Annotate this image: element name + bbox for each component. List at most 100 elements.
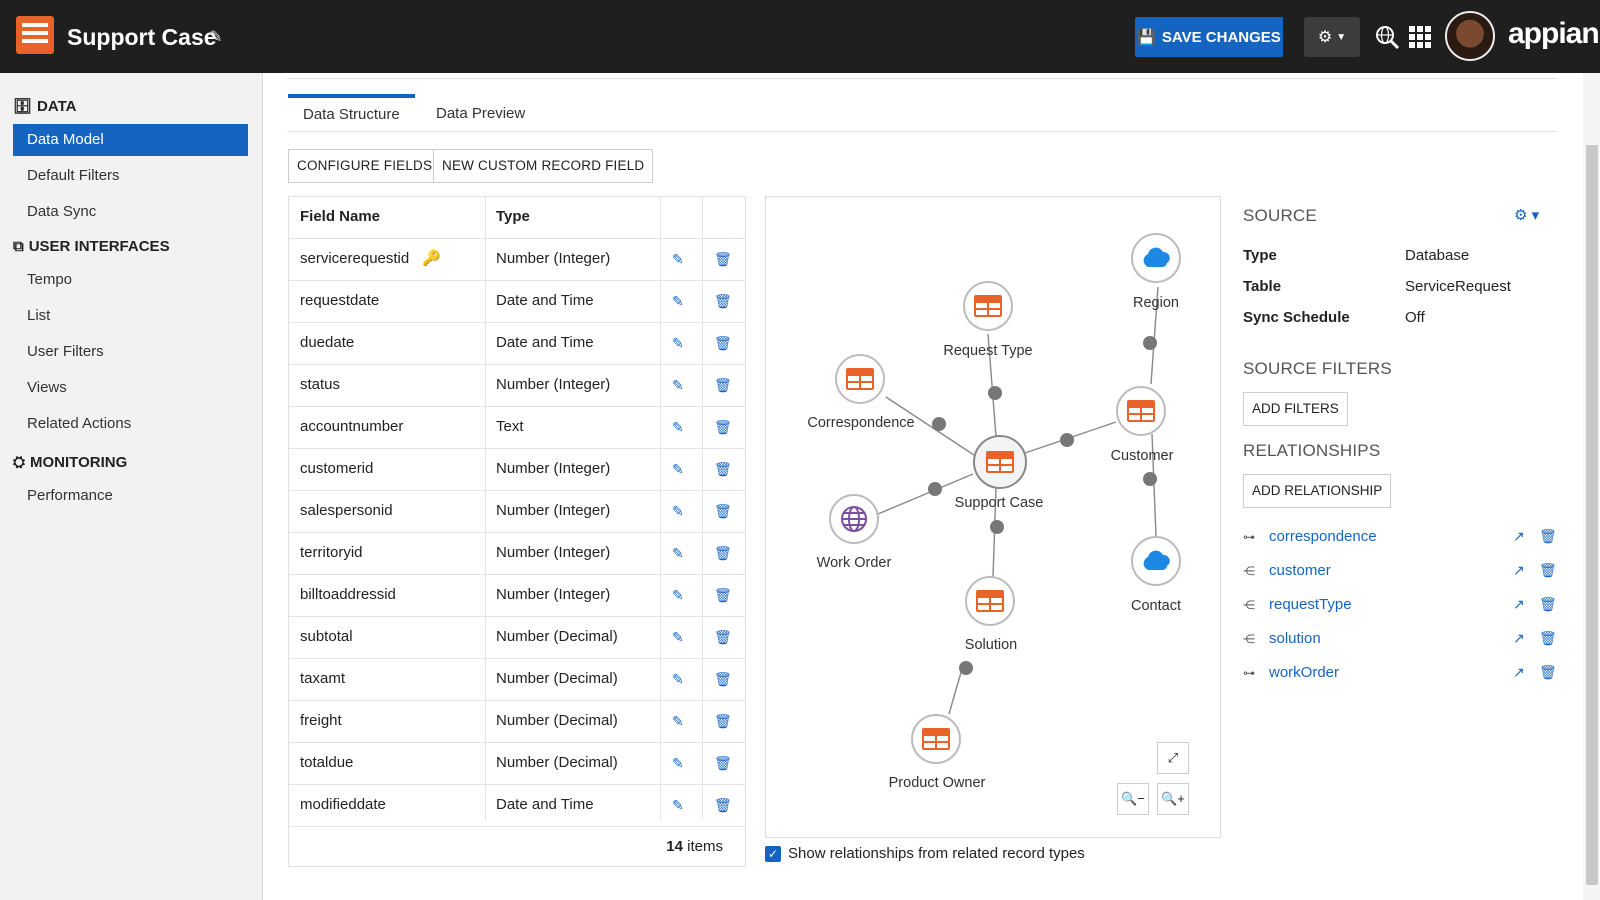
fit-to-screen-button[interactable]: ⤢ — [1157, 742, 1189, 774]
node-support-case[interactable] — [973, 435, 1027, 489]
new-custom-record-field-button[interactable]: NEW CUSTOM RECORD FIELD — [433, 149, 654, 183]
trash-icon[interactable]: 🗑 — [714, 545, 732, 562]
trash-icon[interactable]: 🗑 — [714, 503, 732, 520]
open-external-icon[interactable]: ↗ — [1513, 664, 1525, 681]
search-globe-icon[interactable] — [1374, 24, 1400, 50]
app-title: Support Case — [67, 24, 217, 50]
tab-data-preview[interactable]: Data Preview — [421, 94, 540, 131]
column-header-field-name: Field Name — [300, 208, 381, 225]
edit-icon[interactable]: ✎ — [672, 629, 684, 646]
source-type-key: Type — [1243, 247, 1277, 264]
sidebar-item-views[interactable]: Views — [13, 372, 248, 404]
sidebar-item-default-filters[interactable]: Default Filters — [13, 160, 248, 192]
cloud-icon — [1143, 550, 1170, 570]
edit-icon[interactable]: ✎ — [672, 377, 684, 394]
show-related-relationships-toggle[interactable]: ✓ Show relationships from related record… — [765, 845, 1085, 862]
edit-icon[interactable]: ✎ — [672, 713, 684, 730]
field-name: duedate — [300, 334, 355, 351]
edit-icon[interactable]: ✎ — [672, 503, 684, 520]
edit-icon[interactable]: ✎ — [672, 461, 684, 478]
table-icon — [986, 451, 1014, 473]
relationship-item: ⋲ requestType ↗ 🗑 — [1243, 596, 1558, 613]
trash-icon[interactable]: 🗑 — [714, 755, 732, 772]
open-external-icon[interactable]: ↗ — [1513, 596, 1525, 613]
trash-icon[interactable]: 🗑 — [714, 251, 732, 268]
field-name: servicerequestid — [300, 250, 410, 267]
node-solution[interactable] — [965, 576, 1015, 626]
relationship-link[interactable]: customer — [1269, 562, 1331, 579]
open-external-icon[interactable]: ↗ — [1513, 630, 1525, 647]
edit-icon[interactable]: ✎ — [672, 335, 684, 352]
edit-icon[interactable]: ✎ — [672, 419, 684, 436]
relationship-link[interactable]: workOrder — [1269, 664, 1339, 681]
field-type: Date and Time — [496, 796, 594, 813]
add-relationship-button[interactable]: ADD RELATIONSHIP — [1243, 474, 1392, 508]
edit-icon[interactable]: ✎ — [672, 587, 684, 604]
trash-icon[interactable]: 🗑 — [714, 671, 732, 688]
open-external-icon[interactable]: ↗ — [1513, 528, 1525, 545]
sidebar-item-data-model[interactable]: Data Model — [13, 124, 248, 156]
edit-icon[interactable]: ✎ — [672, 797, 684, 814]
trash-icon[interactable]: 🗑 — [1539, 562, 1557, 579]
sidebar-item-user-filters[interactable]: User Filters — [13, 336, 248, 368]
edit-icon[interactable]: ✎ — [672, 251, 684, 268]
node-request-type[interactable] — [963, 281, 1013, 331]
field-type: Number (Decimal) — [496, 670, 618, 687]
trash-icon[interactable]: 🗑 — [714, 335, 732, 352]
source-settings-menu[interactable]: ⚙ ▾ — [1514, 206, 1539, 224]
open-external-icon[interactable]: ↗ — [1513, 562, 1525, 579]
app-launcher-icon[interactable] — [1409, 26, 1431, 48]
node-customer[interactable] — [1116, 386, 1166, 436]
node-label-product-owner: Product Owner — [888, 775, 986, 791]
cloud-icon — [1143, 247, 1170, 267]
save-changes-button[interactable]: 💾 SAVE CHANGES — [1135, 17, 1283, 57]
trash-icon[interactable]: 🗑 — [1539, 528, 1557, 545]
node-product-owner[interactable] — [911, 714, 961, 764]
edit-icon[interactable]: ✎ — [672, 545, 684, 562]
node-correspondence[interactable] — [835, 354, 885, 404]
table-footer: 14 items — [289, 827, 745, 866]
trash-icon[interactable]: 🗑 — [714, 419, 732, 436]
trash-icon[interactable]: 🗑 — [1539, 664, 1557, 681]
settings-menu-button[interactable]: ⚙ ▼ — [1304, 17, 1360, 57]
trash-icon[interactable]: 🗑 — [1539, 630, 1557, 647]
node-region[interactable] — [1131, 233, 1181, 283]
configure-fields-button[interactable]: CONFIGURE FIELDS — [288, 149, 442, 183]
edit-icon[interactable]: ✎ — [672, 755, 684, 772]
edit-icon[interactable]: ✎ — [672, 293, 684, 310]
node-contact[interactable] — [1131, 536, 1181, 586]
node-work-order[interactable] — [829, 494, 879, 544]
sidebar-item-related-actions[interactable]: Related Actions — [13, 408, 248, 440]
trash-icon[interactable]: 🗑 — [714, 713, 732, 730]
relationship-diagram[interactable]: Support Case Request Type Region Corresp… — [765, 196, 1221, 838]
field-type: Number (Integer) — [496, 376, 611, 393]
sidebar-item-tempo[interactable]: Tempo — [13, 264, 248, 296]
edit-icon[interactable]: ✎ — [672, 671, 684, 688]
sidebar-item-performance[interactable]: Performance — [13, 480, 248, 512]
user-avatar[interactable] — [1445, 11, 1495, 61]
relationship-link[interactable]: correspondence — [1269, 528, 1377, 545]
trash-icon[interactable]: 🗑 — [1539, 596, 1557, 613]
tab-data-structure[interactable]: Data Structure — [288, 94, 415, 131]
relationship-link[interactable]: requestType — [1269, 596, 1352, 613]
trash-icon[interactable]: 🗑 — [714, 377, 732, 394]
source-table-key: Table — [1243, 278, 1282, 295]
trash-icon[interactable]: 🗑 — [714, 461, 732, 478]
trash-icon[interactable]: 🗑 — [714, 587, 732, 604]
sidebar-item-data-sync[interactable]: Data Sync — [13, 196, 248, 228]
trash-icon[interactable]: 🗑 — [714, 293, 732, 310]
trash-icon[interactable]: 🗑 — [714, 629, 732, 646]
field-type: Number (Integer) — [496, 502, 611, 519]
trash-icon[interactable]: 🗑 — [714, 797, 732, 814]
scrollbar-thumb[interactable] — [1586, 145, 1598, 885]
column-header-type: Type — [496, 208, 530, 225]
relationship-link[interactable]: solution — [1269, 630, 1321, 647]
checkbox-checked-icon[interactable]: ✓ — [765, 845, 781, 862]
add-filters-button[interactable]: ADD FILTERS — [1243, 392, 1348, 426]
zoom-in-button[interactable]: 🔍+ — [1157, 783, 1189, 815]
sidebar-item-list[interactable]: List — [13, 300, 248, 332]
zoom-out-button[interactable]: 🔍− — [1117, 783, 1149, 815]
table-icon — [976, 590, 1004, 612]
edit-title-icon[interactable]: ✎ — [209, 27, 222, 47]
node-label-support-case: Support Case — [954, 495, 1044, 511]
